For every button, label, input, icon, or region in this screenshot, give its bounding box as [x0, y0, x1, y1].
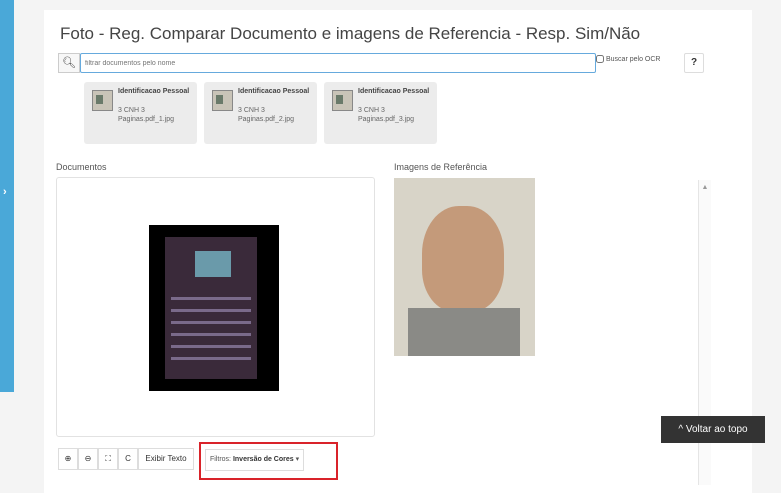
reference-images-heading: Imagens de Referência [394, 162, 488, 172]
document-thumbnail[interactable]: Identificacao Pessoal 3 CNH 3 Paginas.pd… [204, 82, 317, 144]
thumbnail-label: Identificacao Pessoal [238, 88, 310, 95]
thumbnail-label: Identificacao Pessoal [118, 88, 190, 95]
document-thumbnail[interactable]: Identificacao Pessoal 3 CNH 3 Paginas.pd… [84, 82, 197, 144]
thumbnail-label: Identificacao Pessoal [358, 88, 430, 95]
document-thumbnail[interactable]: Identificacao Pessoal 3 CNH 3 Paginas.pd… [324, 82, 437, 144]
document-image-icon [332, 90, 353, 111]
document-image [149, 225, 279, 391]
rotate-button[interactable]: C [118, 448, 138, 470]
back-to-top-button[interactable]: ^ Voltar ao topo [661, 416, 765, 443]
document-image-icon [92, 90, 113, 111]
chevron-right-icon: › [3, 186, 7, 198]
thumbnail-filename: 3 CNH 3 Paginas.pdf_3.jpg [358, 107, 415, 123]
zoom-out-button[interactable]: ⊖ [78, 448, 98, 470]
search-input[interactable] [80, 53, 596, 73]
ocr-checkbox[interactable] [596, 55, 604, 63]
search-icon[interactable]: 🔍︎ [58, 53, 80, 73]
documents-heading: Documentos [56, 162, 107, 172]
help-icon[interactable]: ? [684, 53, 704, 73]
sidebar-toggle-tab[interactable]: › [0, 0, 14, 392]
document-image-icon [212, 90, 233, 111]
main-panel: Foto - Reg. Comparar Documento e imagens… [44, 10, 752, 493]
ocr-checkbox-label[interactable]: Buscar pelo OCR [596, 55, 660, 63]
chevron-down-icon: ▾ [295, 456, 300, 463]
thumbnail-filename: 3 CNH 3 Paginas.pdf_1.jpg [118, 107, 175, 123]
zoom-in-button[interactable]: ⊕ [58, 448, 78, 470]
scroll-up-icon[interactable]: ▲ [699, 184, 711, 191]
filter-selected-value: Inversão de Cores [232, 456, 294, 463]
fit-screen-button[interactable]: ⛶ [98, 448, 118, 470]
show-text-button[interactable]: Exibir Texto [138, 448, 194, 470]
filter-dropdown[interactable]: Filtros: Inversão de Cores ▾ [205, 449, 305, 471]
document-viewer[interactable] [56, 177, 375, 437]
search-row: 🔍︎ Buscar pelo OCR ? [58, 53, 750, 73]
page-title: Foto - Reg. Comparar Documento e imagens… [60, 24, 641, 43]
reference-photo [394, 178, 535, 356]
thumbnail-filename: 3 CNH 3 Paginas.pdf_2.jpg [238, 107, 295, 123]
page-scrollbar[interactable] [764, 0, 781, 493]
filter-highlight: Filtros: Inversão de Cores ▾ [199, 442, 338, 480]
